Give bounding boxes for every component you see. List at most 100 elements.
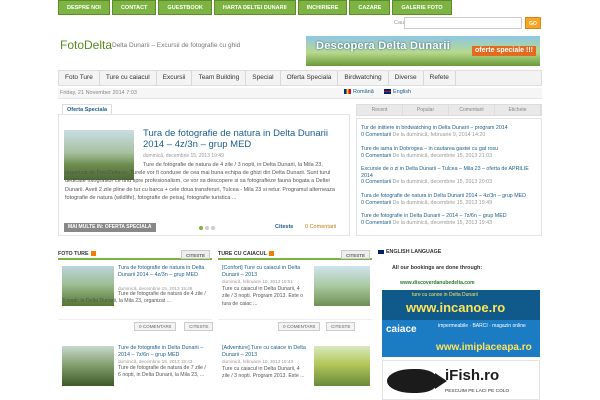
- featured-date: duminică, decembrie 15, 2013 19:49: [143, 153, 224, 159]
- english-language-header: ENGLISH LANGUAGE: [378, 249, 441, 255]
- list-item: Ture de fotografie in Delta Dunarii – 20…: [58, 342, 212, 400]
- tab-comentarii[interactable]: Comentarii: [449, 105, 495, 115]
- list-item-comments[interactable]: 0 Comentarii: [361, 200, 391, 206]
- lang-english-label: English: [393, 89, 412, 95]
- search-go-button[interactable]: GO: [525, 17, 541, 29]
- featured-excerpt: Ture de fotografie de natura de 4 zile /…: [65, 162, 335, 201]
- pager-dot[interactable]: [199, 226, 203, 230]
- post-excerpt: Ture de fotografie de natura de 7 zile /…: [118, 365, 206, 379]
- pager-dot[interactable]: [211, 226, 215, 230]
- featured-pager: [199, 226, 215, 230]
- top-nav-cazare[interactable]: CAZARE: [349, 0, 391, 15]
- top-nav: DESPRE NOI CONTACT GUESTBOOK HARTA DELTE…: [58, 0, 454, 15]
- top-nav-guestbook[interactable]: GUESTBOOK: [158, 0, 212, 15]
- list-item: Tura de fotografie de natura in Delta Du…: [361, 193, 541, 206]
- list-item-title[interactable]: Ture de iarna in Dobrogea – in cautarea …: [361, 146, 541, 153]
- english-language-title: ENGLISH LANGUAGE: [386, 249, 442, 255]
- date-bar: Friday, 21 November 2014 7:03 Română Eng…: [58, 88, 542, 99]
- top-nav-inchiriere[interactable]: INCHIRIERE: [297, 0, 348, 15]
- foto-ture-read-button[interactable]: CITESTE: [180, 250, 210, 259]
- tab-popular[interactable]: Popular: [403, 105, 449, 115]
- caiace-label: caiace: [386, 324, 417, 335]
- ifish-sub: PESCUIM PE LACI PE COLO: [445, 389, 510, 394]
- discover-link[interactable]: www.discoverdanubedelta.com: [400, 280, 475, 286]
- featured-read-link[interactable]: Citeste: [275, 224, 293, 230]
- comments-button[interactable]: 0 COMENTARII: [134, 322, 177, 331]
- featured-title[interactable]: Tura de fotografie de natura in Delta Du…: [143, 128, 343, 150]
- tab-etichete[interactable]: Etichete: [495, 105, 541, 115]
- list-item-comments[interactable]: 0 Comentarii: [361, 220, 391, 226]
- list-item: Excursie de o zi in Delta Dunarii – Tulc…: [361, 166, 541, 186]
- list-item-comments[interactable]: 0 Comentarii: [361, 179, 391, 185]
- post-title[interactable]: Ture de fotografie in Delta Dunarii – 20…: [118, 345, 210, 359]
- read-button[interactable]: CITESTE: [184, 322, 214, 331]
- post-date: duminică, februarie 10, 2013 19:43: [222, 359, 293, 364]
- post-thumbnail[interactable]: [62, 346, 114, 386]
- menu-oferta-speciala[interactable]: Oferta Speciala: [281, 71, 339, 85]
- ture-caiac-header: TURE CU CAIACUL CITESTE: [218, 249, 372, 260]
- incanoe-ad[interactable]: ture cu canoe in Delta Dunarii www.incan…: [382, 290, 540, 320]
- sidebar-tabs: Recent Popular Comentarii Etichete: [356, 104, 542, 116]
- pager-dot[interactable]: [205, 226, 209, 230]
- list-item-meta: De la duminică, decembrie 15, 2013 19:43: [392, 219, 493, 226]
- post-date: duminică, februarie 10, 2013 19:51: [222, 279, 293, 284]
- top-nav-harta[interactable]: HARTA DELTEI DUNARII: [213, 0, 296, 15]
- sidebar-recent-list: Tur de iniitiere in birdwatching in Delt…: [356, 118, 542, 236]
- uk-flag-icon: [378, 249, 384, 254]
- list-item-title[interactable]: Ture de fotografie in Delta Dunarii – 20…: [361, 213, 541, 220]
- site-tagline: Delta Dunarii – Excursii de fotografie c…: [112, 42, 241, 49]
- foto-ture-title[interactable]: FOTO TURE: [58, 251, 89, 257]
- list-item: [Confort] Ture cu caiacul in Delta Dunar…: [218, 262, 372, 320]
- rss-icon[interactable]: [90, 251, 96, 257]
- menu-team-building[interactable]: Team Building: [192, 71, 247, 85]
- featured-comments-link[interactable]: 0 Comentarii: [305, 224, 336, 230]
- header-banner[interactable]: Descopera Delta Dunarii oferte speciale …: [306, 36, 540, 66]
- lang-romana[interactable]: Română: [344, 89, 374, 95]
- menu-foto-ture[interactable]: Foto Ture: [59, 71, 100, 85]
- menu-special[interactable]: Special: [246, 71, 281, 85]
- post-excerpt: Ture de fotografie de natura de 4 zile /…: [62, 291, 206, 305]
- post-thumbnail[interactable]: [314, 266, 370, 306]
- menu-ture-caiac[interactable]: Ture cu caiacul: [100, 71, 157, 85]
- featured-more-button[interactable]: MAI MULTE IN: OFERTA SPECIALA: [64, 223, 156, 232]
- banner-offer: oferte speciale !!!: [472, 46, 536, 56]
- ture-caiac-read-button[interactable]: CITESTE: [340, 250, 370, 259]
- ifish-ad[interactable]: iFish.ro PESCUIM PE LACI PE COLO: [382, 360, 540, 400]
- list-item-meta: De la duminică, decembrie 15, 2013 21:03: [392, 152, 493, 159]
- menu-refete[interactable]: Refete: [424, 71, 456, 85]
- list-item-comments[interactable]: 0 Comentarii: [361, 132, 391, 138]
- incanoe-caption: ture cu canoe in Delta Dunarii: [412, 292, 478, 298]
- list-item-meta: De la duminică, decembrie 15, 2013 19:49: [392, 199, 493, 206]
- tab-recent[interactable]: Recent: [357, 105, 403, 115]
- menu-birdwatching[interactable]: Birdwatching: [338, 71, 389, 85]
- rss-icon[interactable]: [268, 251, 274, 257]
- read-button[interactable]: CITESTE: [326, 322, 356, 331]
- list-item-title[interactable]: Tura de fotografie de natura in Delta Du…: [361, 193, 541, 200]
- menu-excursii[interactable]: Excursii: [157, 71, 193, 85]
- ture-caiac-title[interactable]: TURE CU CAIACUL: [218, 251, 267, 257]
- post-excerpt: Ture cu caiacul in Delta Dunarii, 4 zile…: [222, 286, 304, 307]
- imiplaceapa-ad[interactable]: caiace impermeabile · BARCI · magazin on…: [382, 320, 540, 357]
- menu-diverse[interactable]: Diverse: [389, 71, 424, 85]
- post-excerpt: Ture cu caiacul in Delta Dunarii, 4 zile…: [222, 366, 305, 380]
- caiace-url: www.imiplaceapa.ro: [436, 342, 532, 353]
- list-item-meta: De la duminică, februarie 9, 2014 14:20: [392, 131, 486, 138]
- post-title[interactable]: [Adventure] Ture cu caiace in Delta Duna…: [222, 345, 308, 359]
- list-item: Tura de fotografie de natura in Delta Du…: [58, 262, 212, 320]
- search-input[interactable]: [404, 17, 522, 29]
- featured-post: Tura de fotografie de natura in Delta Du…: [58, 114, 350, 236]
- list-item-title[interactable]: Excursie de o zi in Delta Dunarii – Tulc…: [361, 166, 541, 179]
- lang-english[interactable]: English: [384, 89, 411, 95]
- bookings-text: All our bookings are done through:: [392, 265, 483, 271]
- site-logo[interactable]: FotoDelta: [60, 38, 112, 52]
- comments-button[interactable]: 0 COMENTARII: [278, 322, 321, 331]
- post-title[interactable]: Tura de fotografie de natura in Delta Du…: [118, 265, 210, 279]
- top-nav-despre-noi[interactable]: DESPRE NOI: [58, 0, 110, 15]
- post-thumbnail[interactable]: [314, 346, 370, 386]
- post-title[interactable]: [Confort] Ture cu caiacul in Delta Dunar…: [222, 265, 308, 279]
- list-item-title[interactable]: Tur de iniitiere in birdwatching in Delt…: [361, 125, 541, 132]
- top-nav-galerie[interactable]: GALERIE FOTO: [392, 0, 452, 15]
- top-nav-contact[interactable]: CONTACT: [111, 0, 157, 15]
- list-item-meta: De la duminică, decembrie 15, 2013 20:03: [392, 179, 493, 186]
- list-item-comments[interactable]: 0 Comentarii: [361, 153, 391, 159]
